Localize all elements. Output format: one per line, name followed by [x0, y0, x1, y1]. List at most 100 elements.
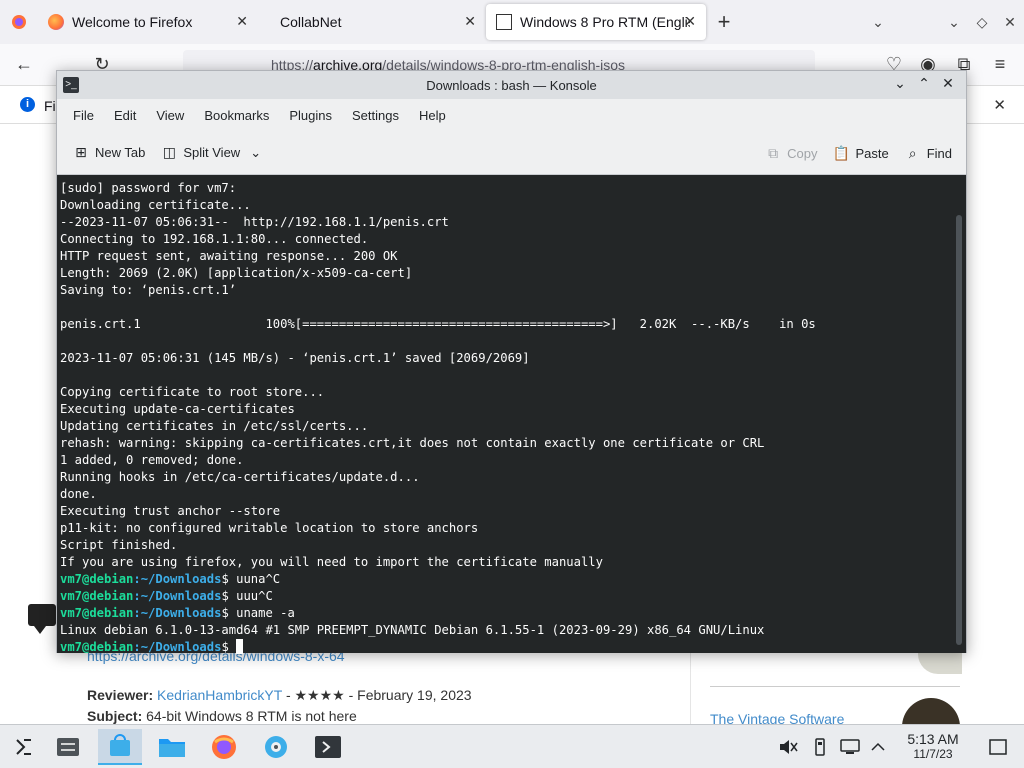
prompt-user: vm7@debian	[60, 572, 134, 586]
divider	[710, 686, 960, 687]
window-controls: ⌄ ⌄ ◇ ✕	[864, 0, 1024, 44]
terminal-output-line: penis.crt.1 100%[=======================…	[60, 317, 816, 331]
prompt-user: vm7@debian	[60, 589, 134, 603]
file-manager-icon[interactable]	[150, 729, 194, 765]
comment-icon[interactable]	[28, 604, 56, 634]
find-label: Find	[926, 145, 952, 161]
minimize-icon[interactable]: ⌄	[940, 14, 968, 31]
terminal-icon: >_	[63, 77, 79, 93]
prompt-command: $ uuu^C	[221, 589, 273, 603]
prompt-path: :~/Downloads	[133, 640, 222, 654]
terminal-output-line: p11-kit: no configured writable location…	[60, 521, 479, 535]
split-view-icon: ◫	[162, 144, 176, 160]
terminal-output-line: [sudo] password for vm7:	[60, 181, 237, 195]
notice-text: Fi	[44, 98, 56, 114]
tab-collabnet[interactable]: CollabNet ✕	[258, 4, 486, 40]
discover-store-icon[interactable]	[98, 729, 142, 765]
prompt-user: vm7@debian	[60, 606, 134, 620]
digital-clock[interactable]: 5:13 AM 11/7/23	[890, 731, 976, 761]
minimize-icon[interactable]: ⌄	[888, 75, 912, 92]
menu-view[interactable]: View	[146, 108, 194, 123]
new-tab-label: New Tab	[95, 145, 146, 160]
system-settings-icon[interactable]	[254, 729, 298, 765]
close-tab-icon[interactable]: ✕	[464, 13, 476, 30]
terminal-scrollbar[interactable]	[956, 215, 962, 645]
back-button[interactable]: ←	[6, 47, 42, 83]
clock-date: 11/7/23	[913, 747, 953, 761]
reviewer-name-link[interactable]: KedrianHambrickYT	[157, 687, 282, 703]
terminal-prompt-line: vm7@debian:~/Downloads$ uuu^C	[60, 588, 966, 605]
app-menu-icon[interactable]: ≡	[982, 47, 1018, 83]
list-all-tabs-icon[interactable]: ⌄	[864, 14, 892, 31]
tab-label: CollabNet	[280, 14, 342, 30]
subject-line: Subject: 64-bit Windows 8 RTM is not her…	[87, 708, 357, 724]
paste-button[interactable]: 📋 Paste	[825, 138, 896, 168]
close-icon[interactable]: ✕	[936, 75, 960, 92]
konsole-titlebar[interactable]: >_ Downloads : bash — Konsole ⌄ ⌃ ✕	[57, 71, 966, 99]
window-title: Downloads : bash — Konsole	[426, 77, 597, 93]
terminal-output-line: --2023-11-07 05:06:31-- http://192.168.1…	[60, 215, 449, 229]
firefox-tab-bar: Welcome to Firefox ✕ CollabNet ✕ Windows…	[0, 0, 1024, 44]
new-tab-button[interactable]: ⊞ New Tab	[65, 138, 153, 168]
split-view-button[interactable]: ◫ Split View ⌄	[153, 138, 269, 168]
maximize-icon[interactable]: ◇	[968, 14, 996, 31]
copy-label: Copy	[787, 145, 818, 161]
clock-time: 5:13 AM	[907, 731, 959, 747]
reviewer-meta: - ★★★★ - February 19, 2023	[282, 687, 472, 703]
terminal-output-line: 2023-11-07 05:06:31 (145 MB/s) - ‘penis.…	[60, 351, 530, 365]
prompt-command: $ uuna^C	[221, 572, 281, 586]
terminal-view[interactable]: [sudo] password for vm7: Downloading cert…	[57, 175, 966, 654]
maximize-icon[interactable]: ⌃	[912, 75, 936, 92]
close-notice-icon[interactable]: ✕	[993, 96, 1006, 114]
prompt-command: $	[221, 640, 237, 654]
firefox-view-icon[interactable]	[0, 0, 38, 44]
tab-welcome-firefox[interactable]: Welcome to Firefox ✕	[38, 4, 258, 40]
terminal-output-line: Executing trust anchor --store	[60, 504, 281, 518]
reviewer-label: Reviewer:	[87, 687, 154, 703]
konsole-toolbar: ⊞ New Tab ◫ Split View ⌄ ⧉ Copy 📋 Paste …	[57, 131, 966, 175]
tab-label: Welcome to Firefox	[72, 14, 193, 30]
menu-settings[interactable]: Settings	[342, 108, 409, 123]
copy-button[interactable]: ⧉ Copy	[757, 138, 825, 168]
konsole-icon[interactable]	[306, 729, 350, 765]
menu-edit[interactable]: Edit	[104, 108, 146, 123]
terminal-output-line: Connecting to 192.168.1.1:80... connecte…	[60, 232, 369, 246]
menu-help[interactable]: Help	[409, 108, 456, 123]
find-button[interactable]: ⌕ Find	[897, 138, 960, 168]
application-launcher-icon[interactable]	[2, 729, 46, 765]
terminal-output-line: Linux debian 6.1.0-13-amd64 #1 SMP PREEM…	[60, 623, 765, 637]
firefox-icon[interactable]	[202, 729, 246, 765]
prompt-user: vm7@debian	[60, 640, 134, 654]
terminal-output-line: Updating certificates in /etc/ssl/certs.…	[60, 419, 369, 433]
prompt-path: :~/Downloads	[133, 589, 222, 603]
new-tab-button[interactable]: +	[706, 4, 742, 40]
close-window-icon[interactable]: ✕	[996, 14, 1024, 31]
reviewer-line: Reviewer: KedrianHambrickYT - ★★★★ - Feb…	[87, 687, 472, 704]
tab-windows-8[interactable]: Windows 8 Pro RTM (Englis ✕	[486, 4, 706, 40]
menu-file[interactable]: File	[63, 108, 104, 123]
konsole-window: >_ Downloads : bash — Konsole ⌄ ⌃ ✕ File…	[56, 70, 967, 654]
copy-icon: ⧉	[768, 144, 779, 161]
settings-panel-icon[interactable]	[46, 729, 90, 765]
paste-icon: 📋	[832, 144, 851, 161]
close-tab-icon[interactable]: ✕	[236, 13, 248, 30]
terminal-output-line: rehash: warning: skipping ca-certificate…	[60, 436, 765, 450]
prompt-command: $ uname -a	[221, 606, 295, 620]
terminal-output-line: Length: 2069 (2.0K) [application/x-x509-…	[60, 266, 413, 280]
close-tab-icon[interactable]: ✕	[684, 13, 696, 30]
show-desktop-icon[interactable]	[978, 729, 1018, 765]
konsole-window-buttons: ⌄ ⌃ ✕	[888, 75, 960, 92]
search-icon: ⌕	[908, 144, 917, 161]
archive-org-icon	[496, 14, 512, 30]
konsole-menubar: File Edit View Bookmarks Plugins Setting…	[57, 99, 966, 131]
prompt-path: :~/Downloads	[133, 606, 222, 620]
terminal-output-line: Running hooks in /etc/ca-certificates/up…	[60, 470, 420, 484]
terminal-output-line: Downloading certificate...	[60, 198, 251, 212]
menu-bookmarks[interactable]: Bookmarks	[194, 108, 279, 123]
split-view-label: Split View	[183, 145, 241, 160]
menu-plugins[interactable]: Plugins	[279, 108, 342, 123]
terminal-output-line: done.	[60, 487, 97, 501]
subject-text: 64-bit Windows 8 RTM is not here	[146, 708, 357, 724]
